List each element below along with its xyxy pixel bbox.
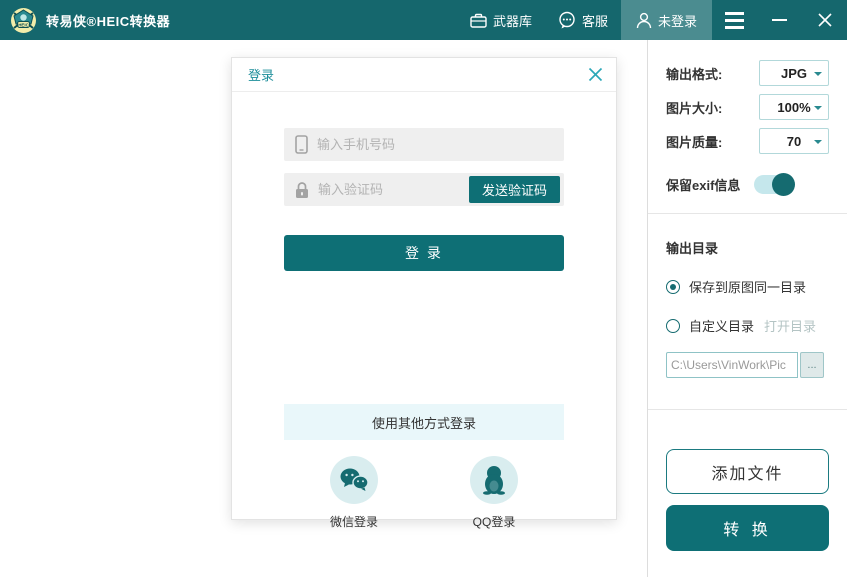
app-logo-icon: HEIC <box>10 7 37 34</box>
qq-label: QQ登录 <box>473 513 516 530</box>
radio-custom-dir-label: 自定义目录 <box>689 316 754 335</box>
social-login-row: 微信登录 QQ登录 <box>284 456 564 530</box>
exif-toggle[interactable] <box>754 175 794 194</box>
image-quality-row: 图片质量: 70 <box>666 128 829 154</box>
login-dialog: 登录 发送验证码 登 录 使用其他方式登录 <box>231 57 617 520</box>
hamburger-icon <box>725 12 744 29</box>
dialog-close-button[interactable] <box>588 67 603 82</box>
image-quality-label: 图片质量: <box>666 132 722 151</box>
chevron-down-icon <box>814 72 822 76</box>
path-row: ... <box>666 352 829 378</box>
output-format-dropdown[interactable]: JPG <box>759 60 829 86</box>
login-status-button[interactable]: 未登录 <box>621 0 712 40</box>
exif-label: 保留exif信息 <box>666 175 740 194</box>
wechat-login-button[interactable]: 微信登录 <box>294 456 414 530</box>
login-status-label: 未登录 <box>658 11 697 30</box>
arsenal-button[interactable]: 武器库 <box>457 0 545 40</box>
image-size-value: 100% <box>777 100 810 115</box>
close-window-button[interactable] <box>802 0 847 40</box>
radio-selected-icon <box>666 280 680 294</box>
chevron-down-icon <box>814 106 822 110</box>
divider <box>648 409 847 410</box>
radio-same-dir-label: 保存到原图同一目录 <box>689 277 806 296</box>
divider <box>648 213 847 214</box>
output-path-input[interactable] <box>666 352 798 378</box>
close-icon <box>588 67 603 82</box>
send-code-button[interactable]: 发送验证码 <box>469 176 560 203</box>
lock-icon <box>295 181 309 199</box>
image-quality-dropdown[interactable]: 70 <box>759 128 829 154</box>
settings-sidebar: 输出格式: JPG 图片大小: 100% 图片质量: 70 保留exif信息 输… <box>647 40 847 577</box>
wechat-circle <box>330 456 378 504</box>
image-size-label: 图片大小: <box>666 98 722 117</box>
minimize-button[interactable] <box>757 0 802 40</box>
phone-icon <box>295 135 308 154</box>
qq-penguin-icon <box>481 465 507 495</box>
titlebar: HEIC 转易侠®HEIC转换器 武器库 客服 <box>0 0 847 40</box>
output-format-row: 输出格式: JPG <box>666 60 829 86</box>
wechat-icon <box>339 467 369 493</box>
toggle-knob <box>772 173 795 196</box>
support-label: 客服 <box>582 11 608 30</box>
app-title: 转易侠®HEIC转换器 <box>46 11 170 30</box>
image-size-row: 图片大小: 100% <box>666 94 829 120</box>
verification-code-input[interactable] <box>318 182 469 197</box>
code-field-wrapper: 发送验证码 <box>284 173 564 206</box>
menu-button[interactable] <box>712 0 757 40</box>
login-button[interactable]: 登 录 <box>284 235 564 271</box>
output-format-label: 输出格式: <box>666 64 722 83</box>
image-size-dropdown[interactable]: 100% <box>759 94 829 120</box>
radio-unselected-icon <box>666 319 680 333</box>
login-dialog-header: 登录 <box>232 58 616 92</box>
user-icon <box>636 12 652 29</box>
chevron-down-icon <box>814 140 822 144</box>
phone-field-wrapper <box>284 128 564 161</box>
chat-bubble-icon <box>558 11 576 29</box>
convert-button[interactable]: 转 换 <box>666 505 829 551</box>
minimize-icon <box>772 19 787 21</box>
output-format-value: JPG <box>781 66 807 81</box>
radio-custom-dir[interactable]: 自定义目录 打开目录 <box>666 316 829 335</box>
radio-same-dir[interactable]: 保存到原图同一目录 <box>666 277 829 296</box>
arsenal-label: 武器库 <box>493 11 532 30</box>
image-quality-value: 70 <box>787 134 801 149</box>
briefcase-icon <box>470 13 487 28</box>
qq-circle <box>470 456 518 504</box>
other-login-methods-band: 使用其他方式登录 <box>284 404 564 440</box>
support-button[interactable]: 客服 <box>545 0 621 40</box>
svg-text:HEIC: HEIC <box>18 22 29 27</box>
login-dialog-title: 登录 <box>248 65 274 84</box>
add-files-button[interactable]: 添加文件 <box>666 449 829 494</box>
open-dir-link[interactable]: 打开目录 <box>764 316 816 335</box>
close-icon <box>817 12 833 28</box>
browse-button[interactable]: ... <box>800 352 824 378</box>
phone-input[interactable] <box>317 137 560 152</box>
output-dir-heading: 输出目录 <box>666 238 829 257</box>
exif-row: 保留exif信息 <box>666 172 829 196</box>
wechat-label: 微信登录 <box>330 513 378 530</box>
qq-login-button[interactable]: QQ登录 <box>434 456 554 530</box>
